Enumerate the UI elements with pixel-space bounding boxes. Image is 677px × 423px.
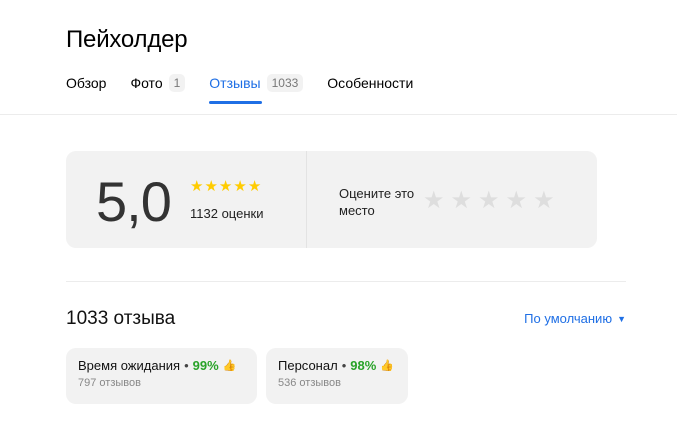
tab-photo-count-badge: 1 [168,74,186,92]
tab-features[interactable]: Особенности [327,72,413,94]
tab-reviews[interactable]: Отзывы 1033 [209,72,304,104]
tab-features-label: Особенности [327,75,414,91]
dot-separator: • [341,358,347,373]
star-filled-icon: ★ [218,178,233,195]
aspect-percent: 99% [192,358,219,373]
rate-prompt: Оцените это место [339,186,415,218]
rate-star-4-icon[interactable]: ★ [506,189,528,213]
section-divider [66,281,626,282]
rate-star-5-icon[interactable]: ★ [533,189,555,213]
page-title: Пейхолдер [66,26,188,53]
tab-overview-label: Обзор [66,75,107,91]
thumbs-up-icon: 👍 [222,360,237,372]
dot-separator: • [184,358,189,373]
tab-reviews-label: Отзывы [209,75,261,91]
aspect-chip-staff[interactable]: Персонал • 98% 👍 536 отзывов [266,348,408,404]
thumbs-up-icon: 👍 [380,360,394,372]
rate-star-3-icon[interactable]: ★ [478,189,500,213]
aspect-review-count: 797 отзывов [78,377,141,389]
rating-score: 5,0 [96,170,172,233]
rate-star-2-icon[interactable]: ★ [451,189,473,213]
rating-count: 1132 оценки [190,206,264,221]
tabs-bar: Обзор Фото 1 Отзывы 1033 Особенности [66,72,437,104]
sort-dropdown[interactable]: По умолчанию ▼ [524,311,626,326]
reviews-heading: 1033 отзыва [66,308,176,329]
header-divider [0,114,677,115]
star-filled-icon: ★ [247,178,262,195]
star-filled-icon: ★ [233,178,247,195]
tab-photo-label: Фото [130,75,163,91]
sort-label: По умолчанию [524,311,613,326]
aspect-percent: 98% [350,358,377,373]
aspect-name: Время ожидания [78,358,181,373]
aspect-chip-waiting-time[interactable]: Время ожидания • 99% 👍 797 отзывов [66,348,257,404]
rate-star-1-icon[interactable]: ★ [423,189,445,213]
tab-reviews-count-badge: 1033 [266,74,304,92]
star-filled-icon: ★ [190,178,204,195]
rating-stars: ★ ★ ★ ★ ★ [190,177,262,195]
caret-down-icon: ▼ [617,313,626,324]
rate-stars: ★ ★ ★ ★ ★ [423,189,561,213]
aspect-name: Персонал [278,358,338,373]
tab-photo[interactable]: Фото 1 [130,72,186,94]
aspect-review-count: 536 отзывов [278,377,341,389]
rating-card-separator [306,151,307,248]
rating-card: 5,0 ★ ★ ★ ★ ★ 1132 оценки Оцените это ме… [66,151,597,248]
star-filled-icon: ★ [204,178,218,195]
tab-overview[interactable]: Обзор [66,72,106,94]
